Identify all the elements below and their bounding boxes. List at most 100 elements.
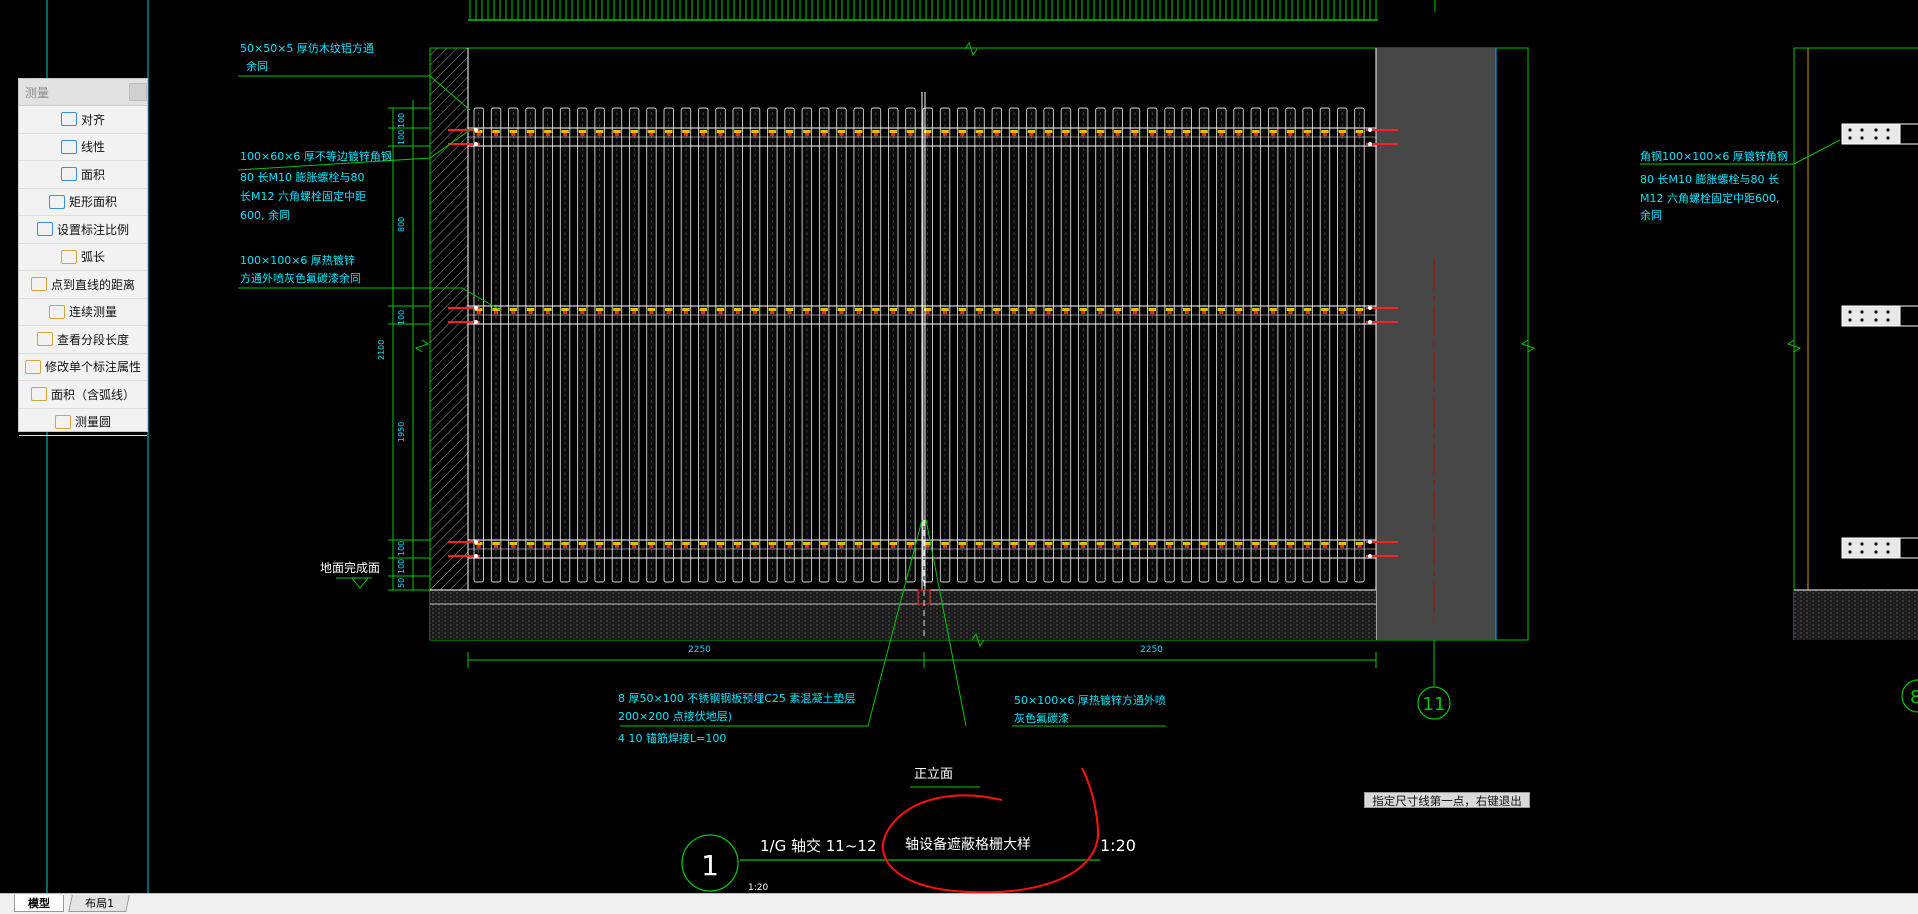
- slat-screw-mark: [943, 133, 947, 136]
- slat-screw-mark: [1167, 311, 1172, 314]
- slat-clip-mark: [1183, 130, 1191, 133]
- break-mark-left: [414, 339, 430, 353]
- slat-screw-mark: [1133, 133, 1137, 136]
- slat-screw-mark: [839, 311, 844, 314]
- slat-screw-mark: [1340, 545, 1345, 548]
- slat-clip-mark: [993, 542, 1001, 545]
- slat-clip-mark: [993, 130, 1001, 133]
- bolt-head: [1368, 320, 1372, 324]
- slat-clip-mark: [1114, 130, 1122, 133]
- note-angle-steel-2: 80 长M10 膨胀螺栓与80: [240, 170, 364, 184]
- tab-layout1[interactable]: 布局1: [68, 895, 130, 912]
- tab-layout1-label: 布局1: [84, 897, 114, 910]
- view-title: 正立面: [914, 767, 953, 782]
- slat-clip-mark: [1010, 130, 1018, 133]
- slat-screw-mark: [1202, 545, 1207, 548]
- palette-item-10[interactable]: 修改单个标注属性: [19, 354, 147, 381]
- palette-item-4[interactable]: 矩形面积: [19, 189, 147, 216]
- palette-item-3[interactable]: 面积: [19, 161, 147, 189]
- palette-header[interactable]: 测量: [19, 79, 147, 106]
- slat-screw-mark: [804, 133, 809, 136]
- slat-clip-mark: [854, 130, 863, 133]
- palette-item-6[interactable]: 弧长: [19, 244, 147, 271]
- slat-clip-mark: [785, 542, 794, 545]
- slat-screw-mark: [1184, 311, 1189, 314]
- slat-clip-mark: [1148, 130, 1156, 133]
- slat-screw-mark: [1288, 311, 1293, 314]
- slat-clip-mark: [1148, 308, 1156, 311]
- slat-clip-mark: [1010, 542, 1018, 545]
- slat-screw-mark: [960, 133, 965, 136]
- slat-clip-mark: [1200, 542, 1208, 545]
- bolt-head: [1368, 128, 1372, 132]
- plate-bolt-hole: [1874, 128, 1878, 132]
- palette-item-11[interactable]: 面积（含弧线）: [19, 381, 147, 409]
- slat-clip-mark: [716, 130, 725, 133]
- slat-clip-mark: [699, 130, 707, 133]
- slat-clip-mark: [941, 308, 949, 311]
- palette-item-5[interactable]: 设置标注比例: [19, 216, 147, 244]
- slat-screw-mark: [839, 545, 844, 548]
- slat-clip-mark: [906, 130, 915, 133]
- plate-bolt-hole: [1886, 542, 1890, 546]
- slat-screw-mark: [1046, 545, 1051, 548]
- palette-item-label: 修改单个标注属性: [44, 360, 141, 375]
- palette-item-1[interactable]: 对齐: [19, 106, 147, 134]
- bolt-head: [474, 540, 478, 544]
- slat-screw-mark: [1340, 311, 1345, 314]
- slat-clip-mark: [595, 130, 604, 133]
- slat-clip-mark: [1131, 308, 1139, 311]
- fence-slats: [473, 107, 1365, 583]
- slat-clip-mark: [854, 542, 863, 545]
- slat-clip-mark: [1200, 308, 1208, 311]
- slat-clip-mark: [751, 130, 759, 133]
- slat-clip-mark: [1096, 542, 1105, 545]
- align-dimension-icon: [60, 112, 77, 127]
- tab-model[interactable]: 模型: [14, 895, 64, 912]
- slat-clip-mark: [630, 542, 638, 545]
- slat-clip-mark: [734, 542, 742, 545]
- cad-drawing-canvas[interactable]: 100 100 800 100 1950 100 100 50 2100 225…: [0, 0, 1918, 913]
- slat-clip-mark: [872, 542, 880, 545]
- slat-clip-mark: [975, 308, 984, 311]
- plate-bolt-hole: [1860, 136, 1864, 140]
- slat-clip-mark: [1338, 542, 1346, 545]
- slat-screw-mark: [804, 545, 809, 548]
- slat-clip-mark: [630, 308, 638, 311]
- slat-screw-mark: [1236, 545, 1241, 548]
- slat-screw-mark: [701, 545, 706, 548]
- plate-bolt-hole: [1848, 550, 1852, 554]
- palette-item-9[interactable]: 查看分段长度: [19, 326, 147, 354]
- slat-screw-mark: [1322, 133, 1327, 136]
- palette-item-2[interactable]: 线性: [19, 134, 147, 161]
- slat-clip-mark: [492, 130, 500, 133]
- slat-screw-mark: [1167, 133, 1172, 136]
- slat-clip-mark: [854, 308, 863, 311]
- slat-clip-mark: [820, 130, 828, 133]
- slat-screw-mark: [804, 311, 809, 314]
- slat-clip-mark: [1200, 130, 1208, 133]
- slat-screw-mark: [1133, 545, 1137, 548]
- palette-close-button[interactable]: [129, 83, 147, 101]
- slat-clip-mark: [1217, 542, 1226, 545]
- palette-item-12[interactable]: 测量圆: [19, 409, 147, 436]
- plate-bolt-hole: [1874, 310, 1878, 314]
- slat-clip-mark: [837, 542, 846, 545]
- slat-clip-mark: [1338, 308, 1346, 311]
- slat-clip-mark: [820, 308, 828, 311]
- slat-screw-mark: [511, 311, 516, 314]
- palette-item-8[interactable]: 连续测量: [19, 299, 147, 326]
- plate-bolt-hole: [1874, 318, 1878, 322]
- measure-palette[interactable]: 测量 对齐 线性 面积 矩形面积 设置标注比例 弧长 点到直线的距离 连续测量 查看分段长度修改…: [18, 78, 148, 436]
- slat-screw-mark: [1288, 545, 1293, 548]
- slat-screw-mark: [614, 133, 619, 136]
- slat-clip-mark: [1355, 130, 1364, 133]
- slat-screw-mark: [977, 311, 982, 314]
- slat-screw-mark: [563, 133, 568, 136]
- slat-screw-mark: [1305, 545, 1310, 548]
- slat-screw-mark: [614, 545, 619, 548]
- slat-screw-mark: [476, 133, 481, 136]
- slat-screw-mark: [476, 545, 481, 548]
- palette-item-7[interactable]: 点到直线的距离: [19, 271, 147, 299]
- slat-screw-mark: [822, 311, 827, 314]
